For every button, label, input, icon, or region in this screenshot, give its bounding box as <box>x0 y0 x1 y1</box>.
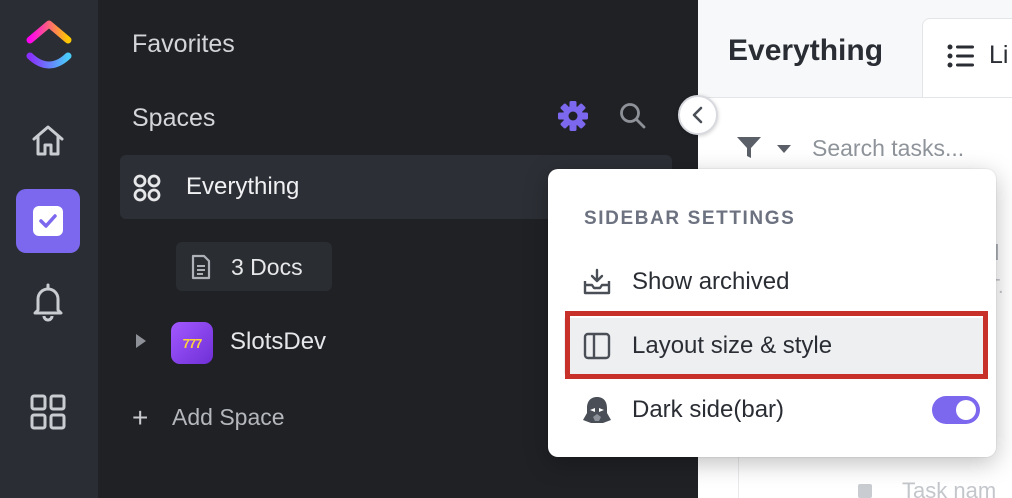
notifications-nav-button[interactable] <box>16 270 80 334</box>
popup-heading: SIDEBAR SETTINGS <box>584 208 796 229</box>
sidebar-item-label: Everything <box>186 173 300 200</box>
apps-nav-button[interactable] <box>16 380 80 444</box>
chevron-down-icon[interactable] <box>776 144 792 154</box>
tab-list-view[interactable]: Li <box>922 18 1012 98</box>
menu-item-label: Dark side(bar) <box>632 396 785 423</box>
apps-grid-icon <box>30 394 66 430</box>
archive-tray-icon <box>583 268 611 295</box>
list-icon <box>947 44 974 68</box>
spaces-heading[interactable]: Spaces <box>132 104 215 133</box>
task-status-square[interactable] <box>858 484 872 498</box>
filter-icon[interactable] <box>736 136 762 160</box>
search-icon[interactable] <box>618 101 648 131</box>
collapse-sidebar-button[interactable] <box>678 95 718 135</box>
expand-caret-icon[interactable] <box>134 332 148 350</box>
sidebar-item-label: 3 Docs <box>231 254 303 280</box>
tab-label: Li <box>989 41 1009 69</box>
favorites-heading[interactable]: Favorites <box>132 30 235 59</box>
page-title: Everything <box>728 34 884 67</box>
document-icon <box>191 254 211 280</box>
add-space-button[interactable]: Add Space <box>172 404 285 431</box>
everything-grid-icon <box>133 174 161 202</box>
space-avatar[interactable]: 777 <box>171 322 213 364</box>
home-icon <box>32 125 64 156</box>
sidebar-item-docs[interactable]: 3 Docs <box>176 242 332 291</box>
dark-sidebar-toggle[interactable] <box>932 396 980 424</box>
tasks-nav-button[interactable] <box>16 189 80 253</box>
sidebar-item-slotsdev[interactable]: SlotsDev <box>230 328 326 356</box>
task-name-placeholder[interactable]: Task nam <box>902 478 996 498</box>
bell-icon <box>33 283 63 322</box>
clickup-logo-icon[interactable] <box>24 16 74 76</box>
plus-icon[interactable]: + <box>132 404 148 432</box>
search-tasks-input[interactable]: Search tasks... <box>812 135 964 162</box>
chevron-left-icon <box>692 106 703 124</box>
space-avatar-text: 777 <box>182 335 203 351</box>
menu-item-show-archived[interactable]: Show archived <box>564 254 988 310</box>
gear-icon[interactable] <box>556 99 590 133</box>
home-nav-button[interactable] <box>16 108 80 172</box>
highlight-annotation-box <box>565 311 988 379</box>
menu-item-dark-sidebar[interactable]: Dark side(bar) <box>564 382 988 438</box>
menu-item-label: Show archived <box>632 268 790 295</box>
darth-vader-icon <box>583 397 611 423</box>
icon-rail <box>0 0 98 498</box>
checkbox-icon <box>33 206 63 236</box>
